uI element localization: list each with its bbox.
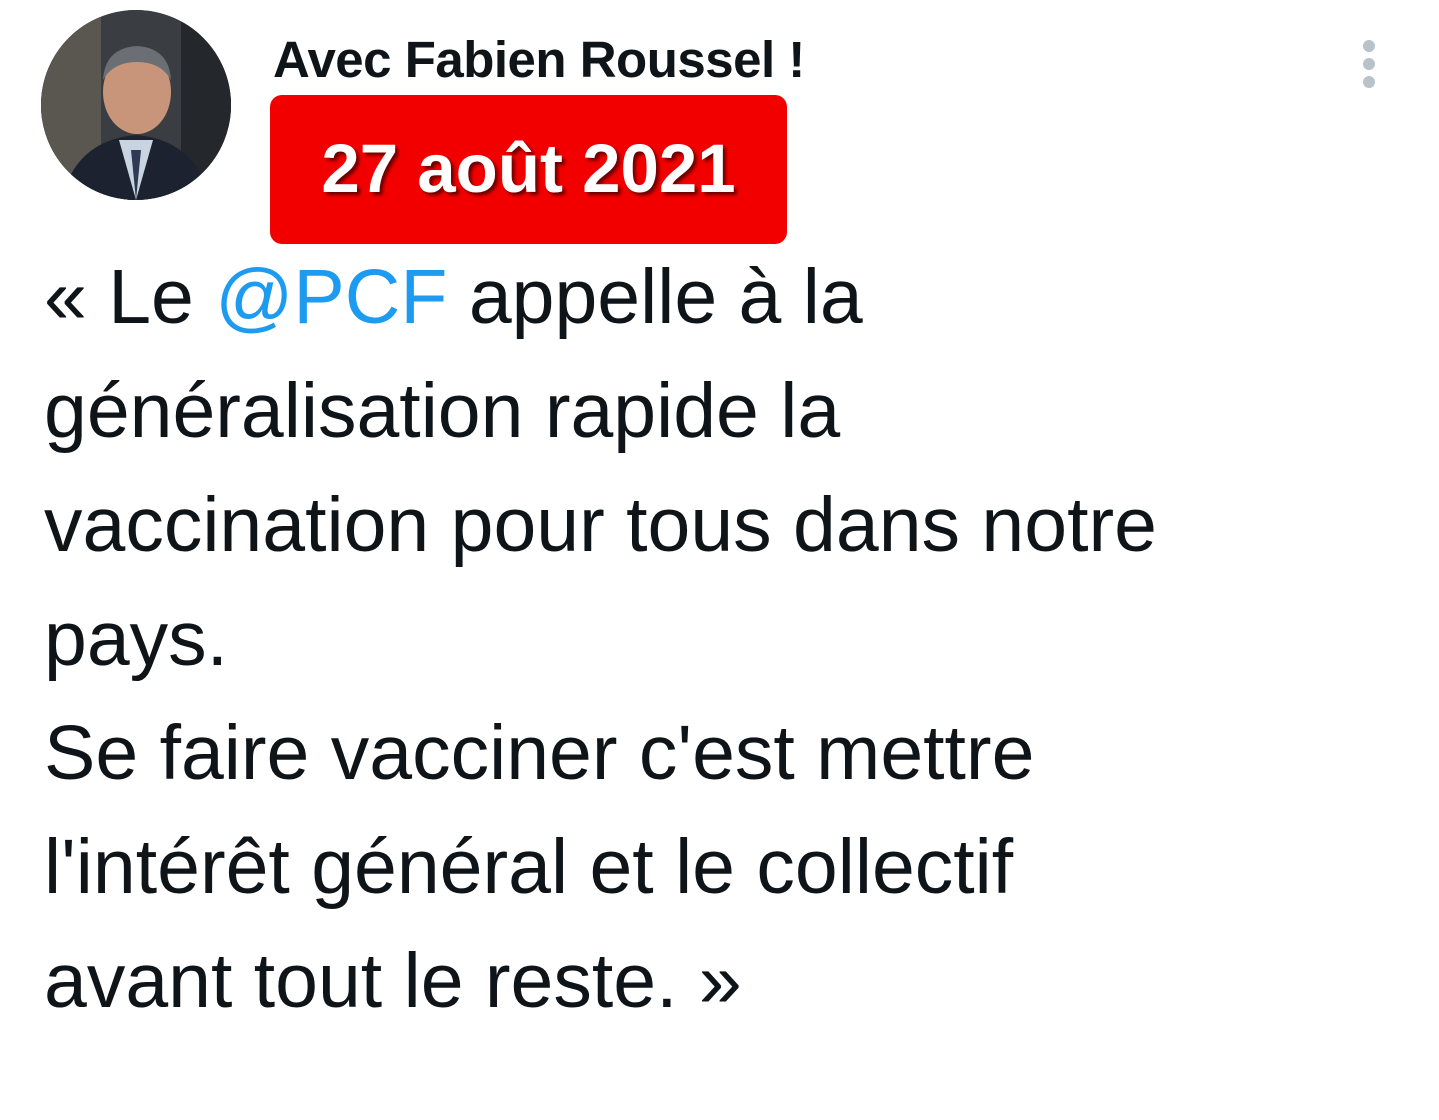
tweet-text: « Le @PCF appelle à la généralisation ra… [44, 240, 1404, 1038]
tweet-text-line: « Le @PCF appelle à la [44, 240, 1404, 354]
tweet-text-segment: « Le [44, 254, 216, 340]
avatar[interactable] [41, 10, 231, 200]
author-name[interactable]: Avec Fabien Roussel ! [273, 28, 805, 92]
tweet-text-line: avant tout le reste. » [44, 938, 742, 1024]
date-badge-label: 27 août 2021 [321, 130, 736, 207]
date-badge: 27 août 2021 [270, 95, 787, 244]
more-dot [1363, 40, 1375, 52]
more-dot [1363, 58, 1375, 70]
tweet-text-line: vaccination pour tous dans notre [44, 482, 1157, 568]
tweet-text-line: Se faire vacciner c'est mettre [44, 710, 1035, 796]
tweet-text-segment: appelle à la [447, 254, 863, 340]
tweet-text-line: l'intérêt général et le collectif [44, 824, 1014, 910]
mention-link[interactable]: @PCF [215, 254, 447, 340]
avatar-photo [41, 10, 231, 200]
more-dot [1363, 76, 1375, 88]
tweet: Avec Fabien Roussel ! 27 août 2021 « Le … [0, 0, 1439, 1120]
tweet-text-line: généralisation rapide la [44, 368, 841, 454]
tweet-text-line: pays. [44, 596, 229, 682]
more-options-icon[interactable] [1344, 36, 1394, 92]
